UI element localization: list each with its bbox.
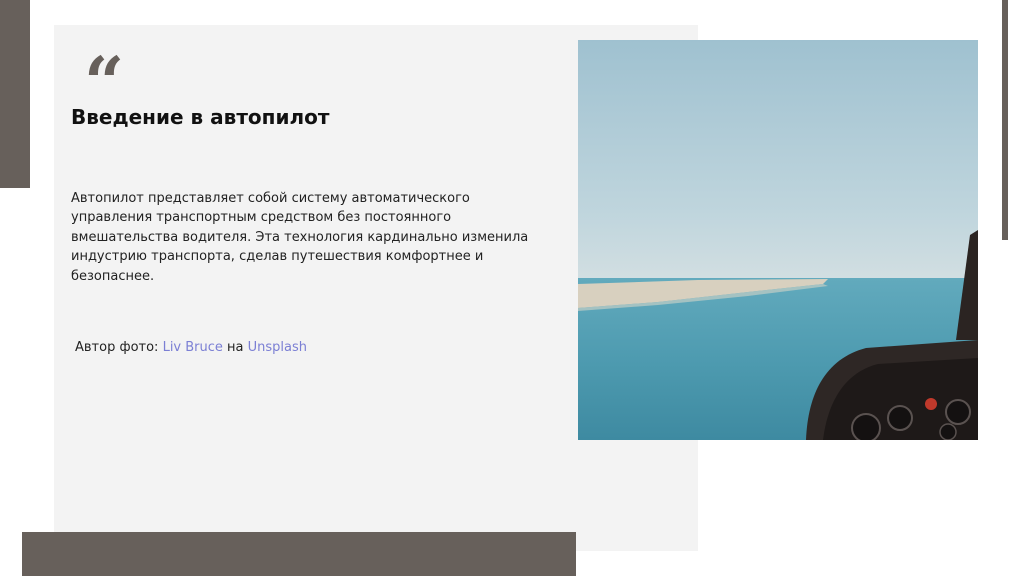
photo-gauge-2 [887,405,913,431]
left-accent-bar [0,0,30,188]
photo-red-knob [925,398,937,410]
photo-gauge-1 [851,413,881,440]
slide-title: Введение в автопилот [71,105,330,129]
bottom-accent-bar [22,532,576,576]
right-accent-bar [1002,0,1008,240]
slide: “ Введение в автопилот Автопилот предста… [0,0,1024,576]
photo-sky [578,40,978,285]
photo-credit-prefix: Автор фото: [75,340,163,355]
photo-source-link[interactable]: Unsplash [248,340,307,355]
photo-credit: Автор фото: Liv Bruce на Unsplash [75,339,307,357]
slide-body-text: Автопилот представляет собой систему авт… [71,191,529,284]
photo-author-link[interactable]: Liv Bruce [163,340,223,355]
photo-credit-middle: на [222,340,248,355]
photo-gauge-3 [945,399,971,425]
slide-photo [578,40,978,440]
cockpit-sea-photo [578,40,978,440]
